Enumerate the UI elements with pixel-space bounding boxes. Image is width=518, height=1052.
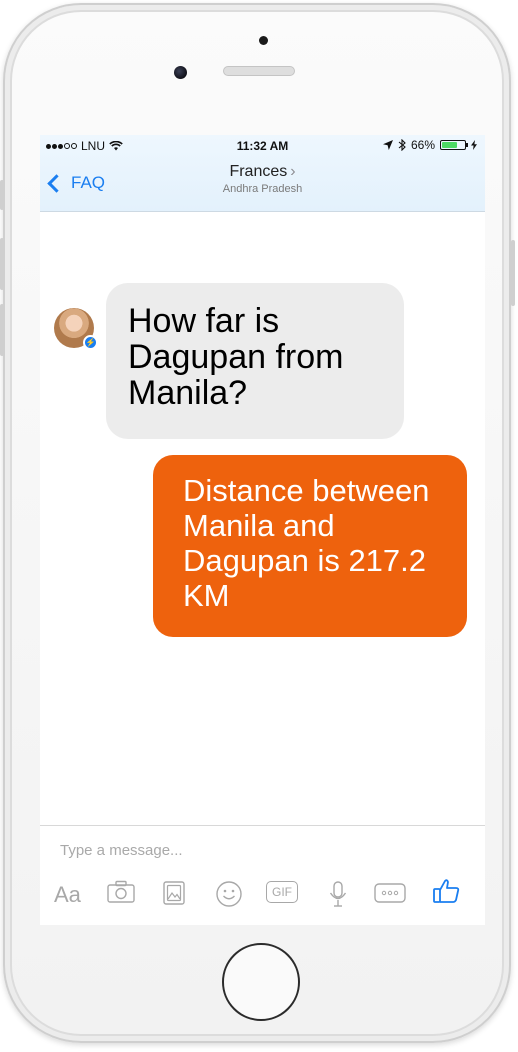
power-button	[511, 240, 515, 306]
battery-level	[442, 142, 457, 148]
composer: Type a message... Aa GIF	[40, 825, 485, 925]
charging-icon	[471, 140, 477, 150]
status-bar: LNU 11:32 AM 66%	[40, 135, 485, 155]
outgoing-message[interactable]: Distance between Manila and Dagupan is 2…	[153, 455, 467, 637]
message-text: How far is Dagupan from Manila?	[128, 302, 344, 412]
status-right: 66%	[382, 138, 477, 152]
volume-up-button	[0, 238, 4, 290]
contact-location: Andhra Pradesh	[222, 183, 303, 195]
silent-switch	[0, 180, 4, 210]
messenger-badge-icon: ⚡	[83, 335, 98, 350]
gallery-icon[interactable]	[161, 880, 187, 906]
home-button[interactable]	[222, 943, 300, 1021]
gif-icon[interactable]: GIF	[266, 881, 298, 903]
bluetooth-icon	[398, 139, 406, 151]
proximity-sensor	[259, 36, 268, 45]
sticker-icon[interactable]	[215, 880, 243, 908]
earpiece-speaker	[223, 66, 295, 76]
battery-percent: 66%	[410, 138, 435, 152]
battery-icon	[440, 140, 468, 150]
more-icon[interactable]	[374, 883, 406, 903]
message-input[interactable]: Type a message...	[60, 842, 183, 859]
camera-icon[interactable]	[106, 880, 136, 904]
chevron-right-icon: ›	[290, 163, 296, 180]
screen: LNU 11:32 AM 66% FAQ Frances › Andhra Pr…	[40, 135, 485, 925]
contact-name: Frances	[229, 163, 288, 180]
location-arrow-icon	[382, 140, 393, 150]
gif-label: GIF	[272, 885, 292, 899]
microphone-icon[interactable]	[328, 880, 348, 908]
text-icon[interactable]: Aa	[54, 882, 81, 908]
conversation-title[interactable]: Frances › Andhra Pradesh	[40, 163, 485, 195]
incoming-message[interactable]: How far is Dagupan from Manila?	[106, 283, 404, 439]
message-text: Distance between Manila and Dagupan is 2…	[183, 473, 430, 613]
contact-avatar[interactable]: ⚡	[54, 308, 98, 350]
like-icon[interactable]	[432, 877, 460, 905]
nav-bar: FAQ Frances › Andhra Pradesh	[40, 159, 485, 211]
front-camera	[174, 66, 187, 79]
header: LNU 11:32 AM 66% FAQ Frances › Andhra Pr…	[40, 135, 485, 212]
volume-down-button	[0, 304, 4, 356]
composer-toolbar: Aa GIF	[40, 876, 485, 916]
